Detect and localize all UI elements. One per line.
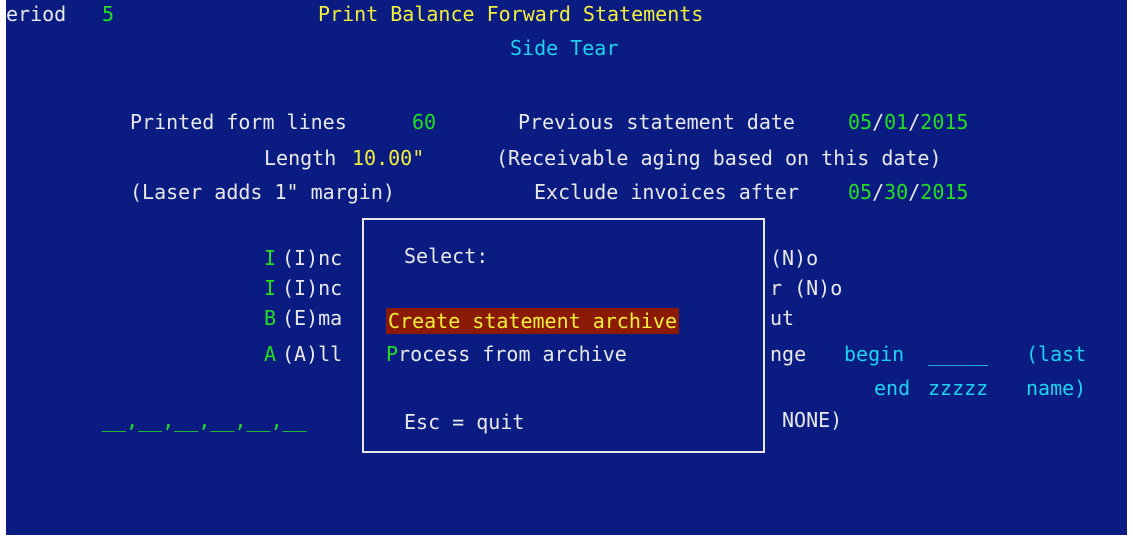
exclude-invoices-date-field[interactable]: 05/30/2015 (848, 180, 968, 204)
length-label: Length (264, 146, 337, 170)
escape-quit-hint[interactable]: Esc = quit (404, 410, 524, 434)
exclude-date-month: 05 (848, 180, 873, 204)
option-label-tail: ut (770, 306, 795, 330)
option-label-tail: r (N)o (770, 276, 843, 300)
code-fields[interactable]: __,__,__,__,__,__ (102, 408, 307, 432)
option-label: (A)ll (282, 342, 343, 366)
form-lines-value[interactable]: 60 (412, 110, 436, 134)
option-value[interactable]: B (264, 306, 276, 330)
popup-title: Select: (404, 244, 489, 268)
exclude-date-day: 30 (884, 180, 909, 204)
option-label: (I)nc (282, 246, 343, 270)
date-separator: / (908, 180, 921, 204)
menu-item-hotkey: P (386, 342, 399, 366)
range-begin-input[interactable]: _____ (928, 342, 988, 366)
period-label: eriod (6, 2, 67, 26)
form-lines-label: Printed form lines (130, 110, 347, 134)
option-value[interactable]: I (264, 276, 276, 300)
exclude-date-year: 2015 (920, 180, 969, 204)
date-separator: / (872, 110, 885, 134)
screen-title: Print Balance Forward Statements (318, 2, 704, 26)
option-label: (I)nc (282, 276, 343, 300)
previous-statement-date-field[interactable]: 05/01/2015 (848, 110, 968, 134)
range-note-line1: (last (1026, 342, 1087, 366)
prev-date-year: 2015 (920, 110, 969, 134)
screenshot: eriod 5 Print Balance Forward Statements… (0, 0, 1133, 539)
period-value: 5 (102, 2, 115, 26)
aging-note: (Receivable aging based on this date) (496, 146, 942, 170)
option-value[interactable]: I (264, 246, 276, 270)
screen-subtitle: Side Tear (510, 36, 619, 60)
range-begin-label: begin (844, 342, 905, 366)
menu-item-create-archive[interactable]: Create statement archive (386, 308, 679, 334)
exclude-invoices-label: Exclude invoices after (534, 180, 799, 204)
option-label-tail: nge (770, 342, 807, 366)
option-label: (E)ma (282, 306, 343, 330)
terminal-screen: eriod 5 Print Balance Forward Statements… (6, 0, 1127, 535)
prev-date-day: 01 (884, 110, 909, 134)
menu-item-process-archive[interactable]: Process from archive (386, 342, 627, 366)
range-end-input[interactable]: zzzzz (928, 376, 988, 400)
menu-item-label: rocess from archive (398, 342, 627, 366)
option-value[interactable]: A (264, 342, 276, 366)
length-value[interactable]: 10.00" (352, 146, 424, 170)
select-popup: Select: Create statement archive Process… (362, 218, 765, 453)
date-separator: / (908, 110, 921, 134)
codes-none-text: NONE) (782, 408, 843, 432)
option-label-tail: (N)o (770, 246, 819, 270)
laser-margin-note: (Laser adds 1" margin) (130, 180, 395, 204)
range-end-label: end (874, 376, 911, 400)
prev-date-month: 05 (848, 110, 873, 134)
previous-statement-date-label: Previous statement date (518, 110, 795, 134)
range-note-line2: name) (1026, 376, 1087, 400)
date-separator: / (872, 180, 885, 204)
